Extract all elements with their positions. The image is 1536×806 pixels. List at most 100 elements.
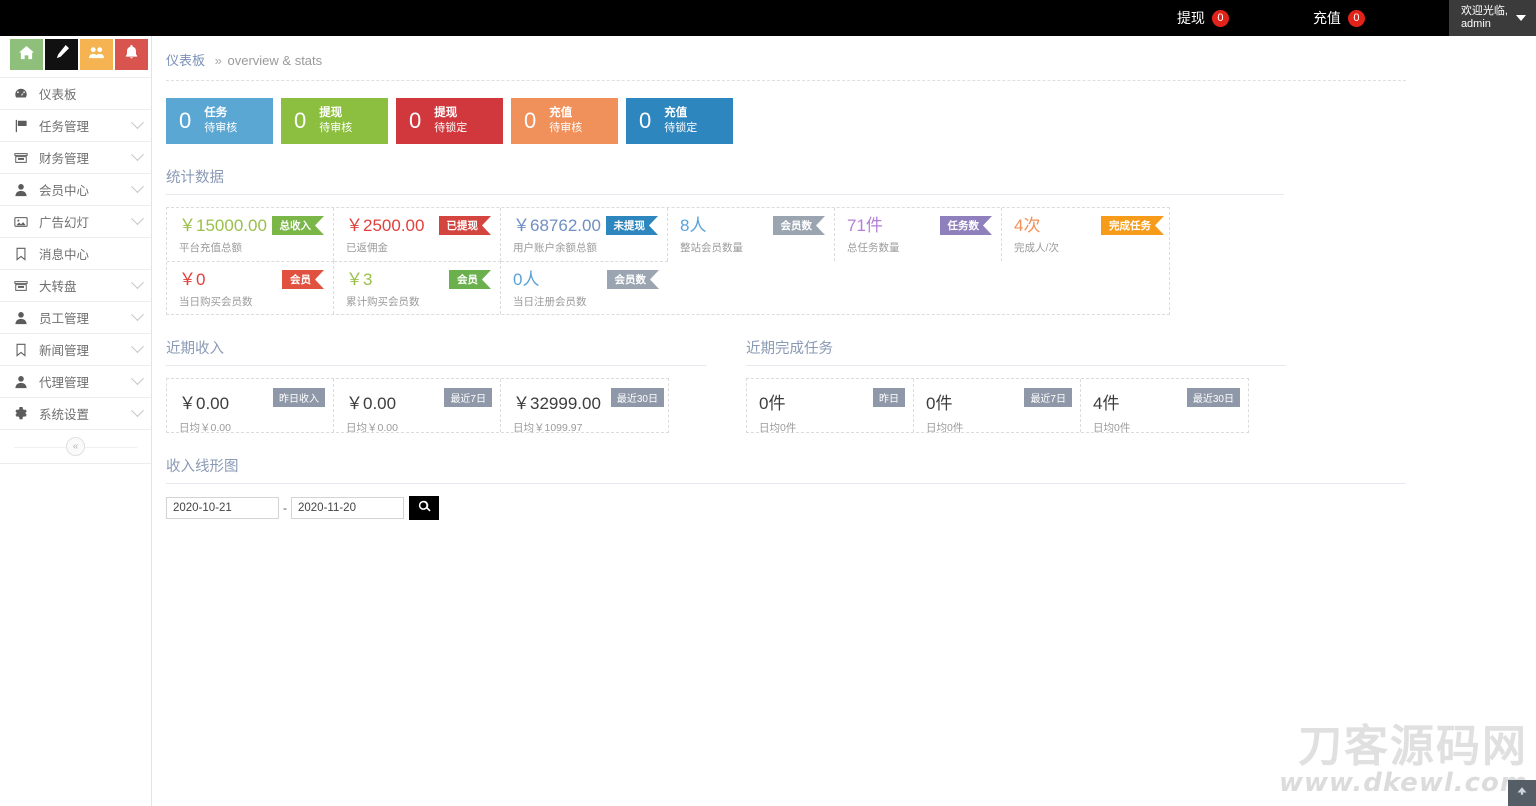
sidebar-item-system-settings-label: 系统设置 — [39, 408, 90, 422]
kpi-value: 0 — [524, 108, 537, 133]
quick-action-users[interactable] — [80, 39, 113, 70]
scroll-to-top-button[interactable] — [1508, 780, 1536, 806]
kpi-card-recharge-pending-lock[interactable]: 0 充值 待锁定 — [626, 98, 733, 144]
stat-sub: 当日注册会员数 — [513, 295, 587, 308]
sidebar-item-agent-management-label: 代理管理 — [39, 376, 90, 390]
bookmark-icon — [12, 343, 30, 357]
sidebar-item-news-management[interactable]: 新闻管理 — [0, 334, 151, 366]
recent-panels-row: 近期收入 ￥0.00 日均￥0.00 昨日收入 ￥0.00 日均￥0.00 最近… — [152, 315, 1536, 434]
kpi-card-withdraw-pending-lock[interactable]: 0 提现 待锁定 — [396, 98, 503, 144]
chevron-down-icon — [131, 372, 144, 386]
stat-cell-total-income: ￥15000.00 平台充值总额 总收入 — [167, 208, 334, 261]
sidebar-item-member-center[interactable]: 会员中心 — [0, 174, 151, 206]
kpi-card-recharge-pending-review[interactable]: 0 充值 待审核 — [511, 98, 618, 144]
recent-tasks-divider — [746, 365, 1286, 366]
kpi-card-row: 0 任务 待审核 0 提现 待审核 0 提现 待锁定 0 充值 待审核 0 充值… — [166, 98, 1536, 144]
gear-icon — [12, 406, 30, 421]
header-item-withdraw-label: 提现 — [1176, 10, 1205, 26]
sidebar: 仪表板 任务管理 财务管理 会员中心 广告幻灯 消息中心 大转盘 员工管理 新闻… — [0, 36, 152, 806]
recent-tasks-sub: 日均0件 — [1093, 422, 1131, 434]
chart-search-button[interactable] — [409, 496, 439, 520]
pencil-icon — [54, 44, 69, 65]
sidebar-item-news-management-label: 新闻管理 — [39, 344, 90, 358]
sidebar-item-staff-management-label: 员工管理 — [39, 312, 90, 326]
kpi-card-withdraw-pending-review[interactable]: 0 提现 待审核 — [281, 98, 388, 144]
kpi-value: 0 — [294, 108, 307, 133]
sidebar-item-big-wheel[interactable]: 大转盘 — [0, 270, 151, 302]
main-content: 仪表板 » overview & stats 0 任务 待审核 0 提现 待审核… — [152, 36, 1536, 806]
kpi-card-task-pending-review[interactable]: 0 任务 待审核 — [166, 98, 273, 144]
chevron-down-icon — [131, 148, 144, 162]
recent-tasks-cell-30days: 4件 日均0件 最近30日 — [1081, 379, 1248, 434]
header-item-recharge[interactable]: 充值 0 — [1299, 0, 1379, 36]
sidebar-item-message-center[interactable]: 消息中心 — [0, 238, 151, 270]
header-item-recharge-label: 充值 — [1312, 10, 1341, 26]
recent-tasks-cell-7days: 0件 日均0件 最近7日 — [914, 379, 1081, 434]
chevron-down-icon — [131, 404, 144, 418]
stats-row: ￥0 当日购买会员数 会员 ￥3 累计购买会员数 会员 0人 当日注册会员数 会… — [167, 261, 1169, 314]
archive-icon — [12, 151, 30, 165]
sidebar-collapse-button[interactable]: « — [66, 437, 85, 456]
breadcrumb-divider — [166, 80, 1406, 81]
kpi-title: 提现 — [319, 106, 343, 119]
stat-cell-not-withdrawn: ￥68762.00 用户账户余额总额 未提现 — [501, 208, 668, 261]
status-badge: 最近30日 — [1186, 388, 1240, 407]
arrow-up-icon — [1516, 784, 1528, 802]
recent-tasks-sub: 日均0件 — [759, 422, 797, 434]
sidebar-item-staff-management[interactable]: 员工管理 — [0, 302, 151, 334]
sidebar-item-system-settings[interactable]: 系统设置 — [0, 398, 151, 430]
watermark-url: www.dkewl.com — [1278, 768, 1528, 798]
site-watermark: 刀客源码网 www.dkewl.com — [1278, 721, 1528, 798]
bookmark-icon — [12, 247, 30, 261]
header-item-recharge-badge: 0 — [1347, 9, 1365, 27]
stat-sub: 总任务数量 — [847, 241, 900, 254]
quick-action-home[interactable] — [10, 39, 43, 70]
stat-sub: 完成人/次 — [1014, 241, 1059, 254]
stat-sub: 整站会员数量 — [680, 241, 743, 254]
sidebar-item-finance-management[interactable]: 财务管理 — [0, 142, 151, 174]
kpi-subtitle: 待锁定 — [434, 122, 468, 135]
recent-income-cell-yesterday: ￥0.00 日均￥0.00 昨日收入 — [167, 379, 334, 434]
stats-panel: ￥15000.00 平台充值总额 总收入 ￥2500.00 已返佣金 已提现 ￥… — [166, 207, 1170, 315]
user-icon — [12, 375, 30, 389]
kpi-value: 0 — [409, 108, 422, 133]
image-icon — [12, 215, 30, 229]
breadcrumb-main[interactable]: 仪表板 — [166, 53, 205, 68]
recent-income-title: 近期收入 — [166, 341, 224, 357]
date-from-input[interactable] — [166, 497, 279, 519]
kpi-title: 充值 — [549, 106, 573, 119]
kpi-subtitle: 待审核 — [204, 122, 238, 135]
sidebar-item-agent-management[interactable]: 代理管理 — [0, 366, 151, 398]
recent-income-cell-30days: ￥32999.00 日均￥1099.97 最近30日 — [501, 379, 668, 434]
user-menu-dropdown[interactable]: 欢迎光临, admin — [1448, 0, 1536, 36]
quick-action-notifications[interactable] — [115, 39, 148, 70]
users-icon — [89, 45, 104, 65]
kpi-value: 0 — [179, 108, 192, 133]
sidebar-menu: 仪表板 任务管理 财务管理 会员中心 广告幻灯 消息中心 大转盘 员工管理 新闻… — [0, 77, 151, 464]
sidebar-item-ad-slider[interactable]: 广告幻灯 — [0, 206, 151, 238]
sidebar-item-message-center-label: 消息中心 — [39, 248, 90, 262]
stat-cell-withdrawn: ￥2500.00 已返佣金 已提现 — [334, 208, 501, 261]
breadcrumb-sub: overview & stats — [227, 53, 323, 68]
chevron-down-icon — [131, 308, 144, 322]
status-badge: 最近7日 — [444, 388, 492, 407]
watermark-chinese: 刀客源码网 — [1298, 721, 1528, 773]
chart-filter-row: - — [166, 496, 1536, 520]
date-to-input[interactable] — [291, 497, 404, 519]
user-icon — [12, 311, 30, 325]
flag-icon — [12, 119, 30, 133]
sidebar-item-dashboard[interactable]: 仪表板 — [0, 78, 151, 110]
kpi-value: 0 — [639, 108, 652, 133]
status-badge: 昨日 — [873, 388, 905, 407]
sidebar-item-task-management[interactable]: 任务管理 — [0, 110, 151, 142]
recent-tasks-cells: 0件 日均0件 昨日 0件 日均0件 最近7日 4件 日均0件 最近30日 — [746, 378, 1249, 434]
quick-action-edit[interactable] — [45, 39, 78, 70]
recent-income-cell-7days: ￥0.00 日均￥0.00 最近7日 — [334, 379, 501, 434]
stat-sub: 已返佣金 — [346, 241, 388, 254]
kpi-subtitle: 待审核 — [319, 122, 353, 135]
header-item-withdraw[interactable]: 提现 0 — [1163, 0, 1243, 36]
chart-section-divider — [166, 483, 1406, 484]
stat-sub: 用户账户余额总额 — [513, 241, 597, 254]
sidebar-item-ad-slider-label: 广告幻灯 — [39, 216, 90, 230]
chevron-down-icon — [131, 340, 144, 354]
